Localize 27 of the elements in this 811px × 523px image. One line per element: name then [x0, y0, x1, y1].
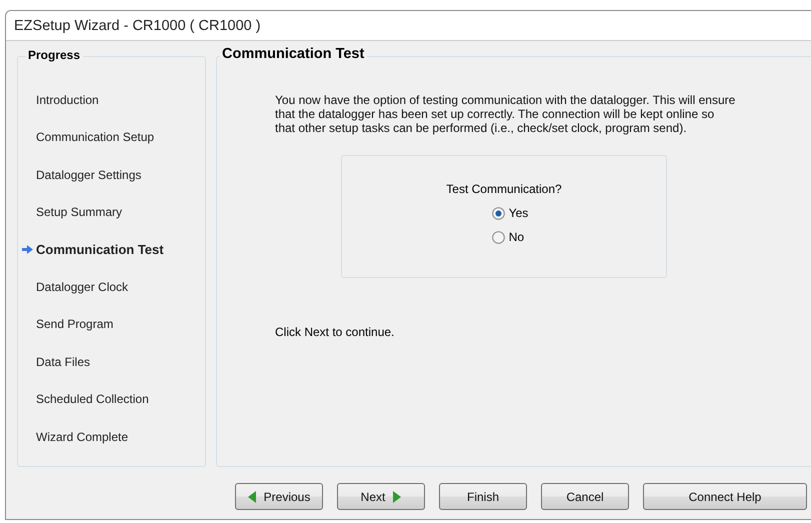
radio-button[interactable]: [492, 230, 505, 244]
panel-title: Progress: [26, 48, 84, 62]
step-item[interactable]: Datalogger Clock: [22, 272, 128, 294]
step-item[interactable]: Setup Summary: [22, 197, 122, 220]
step-item[interactable]: Scheduled Collection: [22, 384, 149, 406]
question-label: Test Communication?: [446, 182, 562, 196]
wizard-button[interactable]: Next: [337, 483, 425, 510]
radio-button[interactable]: [492, 206, 505, 220]
window-title: EZSetup Wizard - CR1000 ( CR1000 ): [14, 18, 261, 34]
description-text: You now have the option of testing communication with the datalogger. This will ensure that the datalogger has been set up correctly. The connection will be kept online so that other setup tasks can be performed (i.e., check/set clock, program send).: [275, 93, 736, 135]
radio-option[interactable]: No: [492, 230, 528, 244]
wizard-button[interactable]: Connect Help: [643, 483, 807, 510]
step-item[interactable]: Data Files: [22, 346, 90, 369]
step-item[interactable]: Communication Setup: [22, 122, 154, 144]
step-item[interactable]: Wizard Complete: [22, 422, 128, 444]
step-item[interactable]: Datalogger Settings: [22, 160, 142, 182]
instruction-text: Click Next to continue.: [275, 325, 394, 339]
wizard-button[interactable]: Cancel: [541, 483, 629, 510]
step-item[interactable]: Introduction: [22, 85, 99, 107]
arrow-icon: [22, 244, 33, 254]
step-item[interactable]: Communication Test: [36, 234, 164, 257]
right-triangle-icon: [393, 490, 402, 502]
left-triangle-icon: [248, 490, 256, 502]
radio-option[interactable]: Yes: [492, 206, 528, 220]
step-item[interactable]: Send Program: [22, 309, 114, 332]
wizard-button[interactable]: Previous: [235, 483, 323, 510]
wizard-button[interactable]: Finish: [439, 483, 527, 510]
